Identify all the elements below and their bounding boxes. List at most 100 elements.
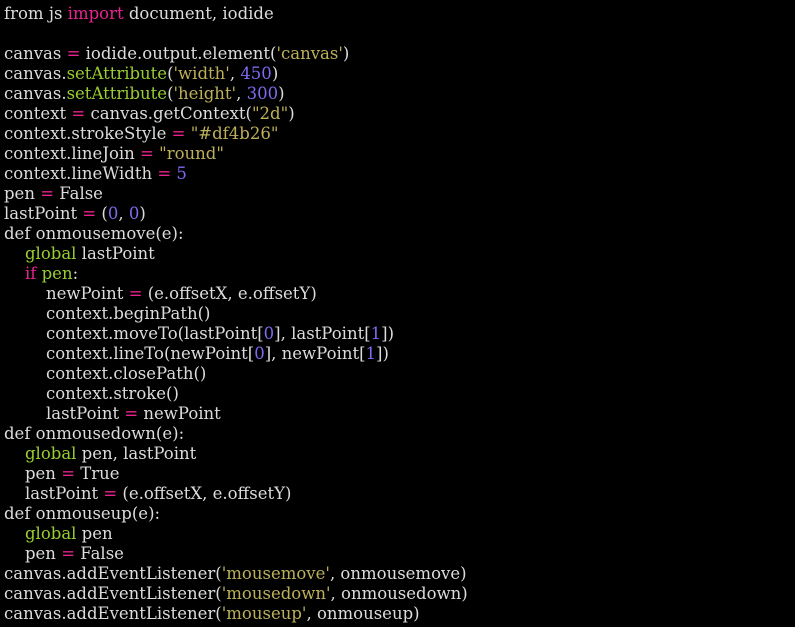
code-token-plain: context.lineWidth: [4, 164, 158, 183]
code-token-plain: def onmousemove(e):: [4, 224, 184, 243]
code-token-plain: canvas: [4, 44, 67, 63]
code-editor[interactable]: from js import document, iodide canvas =…: [0, 0, 795, 627]
code-token-builtin: global: [24, 444, 77, 463]
code-token-number: 1: [370, 324, 382, 343]
code-line[interactable]: lastPoint = (e.offsetX, e.offsetY): [4, 484, 795, 504]
code-token-plain: js: [48, 4, 68, 23]
code-token-string: "#df4b26": [190, 124, 279, 143]
code-token-string: 'mouseup': [221, 604, 307, 623]
code-token-string: 'width': [173, 64, 230, 83]
code-line[interactable]: canvas.setAttribute('width', 450): [4, 64, 795, 84]
code-line[interactable]: context.strokeStyle = "#df4b26": [4, 124, 795, 144]
code-token-number: 300: [246, 84, 279, 103]
code-line[interactable]: context.lineJoin = "round": [4, 144, 795, 164]
code-line[interactable]: context.stroke(): [4, 384, 795, 404]
code-token-number: 450: [240, 64, 272, 83]
code-token-plain: , onmouseup): [306, 604, 420, 623]
code-line[interactable]: context = canvas.getContext("2d"): [4, 104, 795, 124]
code-token-plain: :: [72, 264, 79, 283]
code-token-plain: context.moveTo(lastPoint[: [4, 324, 264, 343]
code-line[interactable]: global pen: [4, 524, 795, 544]
code-token-plain: canvas.addEventListener(: [4, 584, 222, 603]
code-line-blank[interactable]: [4, 24, 795, 44]
code-line[interactable]: canvas = iodide.output.element('canvas'): [4, 44, 795, 64]
code-token-operator: =: [140, 144, 154, 163]
code-line[interactable]: pen = True: [4, 464, 795, 484]
code-token-plain: canvas.: [4, 64, 67, 83]
code-token-plain: context: [4, 104, 72, 123]
code-token-plain: def onmouseup(e):: [4, 504, 161, 523]
code-token-operator: =: [66, 44, 81, 63]
code-token-string: "2d": [251, 104, 289, 123]
code-token-plain: ]): [381, 324, 395, 343]
code-token-plain: ,: [229, 64, 241, 83]
code-token-string: 'mousemove': [221, 564, 330, 583]
code-token-operator: =: [82, 204, 97, 223]
code-token-plain: lastPoint: [4, 204, 83, 223]
code-line[interactable]: def onmouseup(e):: [4, 504, 795, 524]
code-token-plain: False: [54, 184, 103, 203]
code-content[interactable]: from js import document, iodide canvas =…: [0, 0, 795, 624]
code-token-plain: (e.offsetX, e.offsetY): [142, 284, 317, 303]
code-line[interactable]: context.beginPath(): [4, 304, 795, 324]
code-token-number: 0: [128, 204, 140, 223]
code-token-plain: (e.offsetX, e.offsetY): [117, 484, 292, 503]
code-token-operator: =: [40, 184, 55, 203]
code-token-plain: lastPoint: [4, 404, 125, 423]
code-line[interactable]: context.lineWidth = 5: [4, 164, 795, 184]
code-line[interactable]: context.moveTo(lastPoint[0], lastPoint[1…: [4, 324, 795, 344]
code-token-plain: ): [139, 204, 146, 223]
code-token-operator: =: [61, 544, 76, 563]
code-token-keyword: if: [24, 264, 37, 283]
code-token-plain: from: [4, 4, 49, 23]
code-line[interactable]: lastPoint = newPoint: [4, 404, 795, 424]
code-token-plain: canvas.addEventListener(: [4, 604, 222, 623]
code-token-builtin: pen: [41, 264, 73, 283]
code-line[interactable]: canvas.addEventListener('mousemove', onm…: [4, 564, 795, 584]
code-token-plain: context.stroke(): [4, 384, 179, 403]
code-token-plain: context.beginPath(): [4, 304, 211, 323]
code-line[interactable]: canvas.addEventListener('mouseup', onmou…: [4, 604, 795, 624]
code-token-plain: True: [75, 464, 120, 483]
code-token-plain: newPoint: [4, 284, 129, 303]
code-token-string: 'height': [173, 84, 237, 103]
code-line[interactable]: pen = False: [4, 544, 795, 564]
code-line[interactable]: canvas.addEventListener('mousedown', onm…: [4, 584, 795, 604]
code-line[interactable]: if pen:: [4, 264, 795, 284]
code-line[interactable]: newPoint = (e.offsetX, e.offsetY): [4, 284, 795, 304]
code-token-plain: def onmousedown(e):: [4, 424, 185, 443]
code-line[interactable]: lastPoint = (0, 0): [4, 204, 795, 224]
code-token-string: 'canvas': [276, 44, 343, 63]
code-token-number: 5: [176, 164, 187, 183]
code-token-plain: ): [342, 44, 350, 63]
code-token-plain: ], newPoint[: [264, 344, 366, 363]
code-token-operator: =: [124, 404, 139, 423]
code-line[interactable]: canvas.setAttribute('height', 300): [4, 84, 795, 104]
code-token-plain: document, iodide: [123, 4, 274, 23]
code-token-string: 'mousedown': [221, 584, 331, 603]
code-line[interactable]: global lastPoint: [4, 244, 795, 264]
code-token-string: "round": [159, 144, 224, 163]
code-token-operator: =: [71, 104, 86, 123]
code-line[interactable]: from js import document, iodide: [4, 4, 795, 24]
code-line[interactable]: context.closePath(): [4, 364, 795, 384]
code-line[interactable]: global pen, lastPoint: [4, 444, 795, 464]
code-token-plain: ): [278, 84, 285, 103]
code-token-operator: =: [103, 484, 118, 503]
code-line[interactable]: def onmousemove(e):: [4, 224, 795, 244]
code-token-plain: (: [96, 204, 108, 223]
code-token-operator: =: [171, 124, 186, 143]
code-line[interactable]: context.lineTo(newPoint[0], newPoint[1]): [4, 344, 795, 364]
code-token-plain: lastPoint: [4, 484, 104, 503]
code-token-plain: context.lineJoin: [4, 144, 141, 163]
code-token-plain: ): [271, 64, 279, 83]
code-token-plain: , onmousedown): [330, 584, 468, 603]
code-token-plain: ,: [236, 84, 247, 103]
code-token-plain: context.closePath(): [4, 364, 207, 383]
code-line[interactable]: def onmousedown(e):: [4, 424, 795, 444]
code-line[interactable]: pen = False: [4, 184, 795, 204]
code-token-operator: =: [128, 284, 143, 303]
code-token-number: 0: [107, 204, 119, 223]
code-token-plain: context.lineTo(newPoint[: [4, 344, 255, 363]
